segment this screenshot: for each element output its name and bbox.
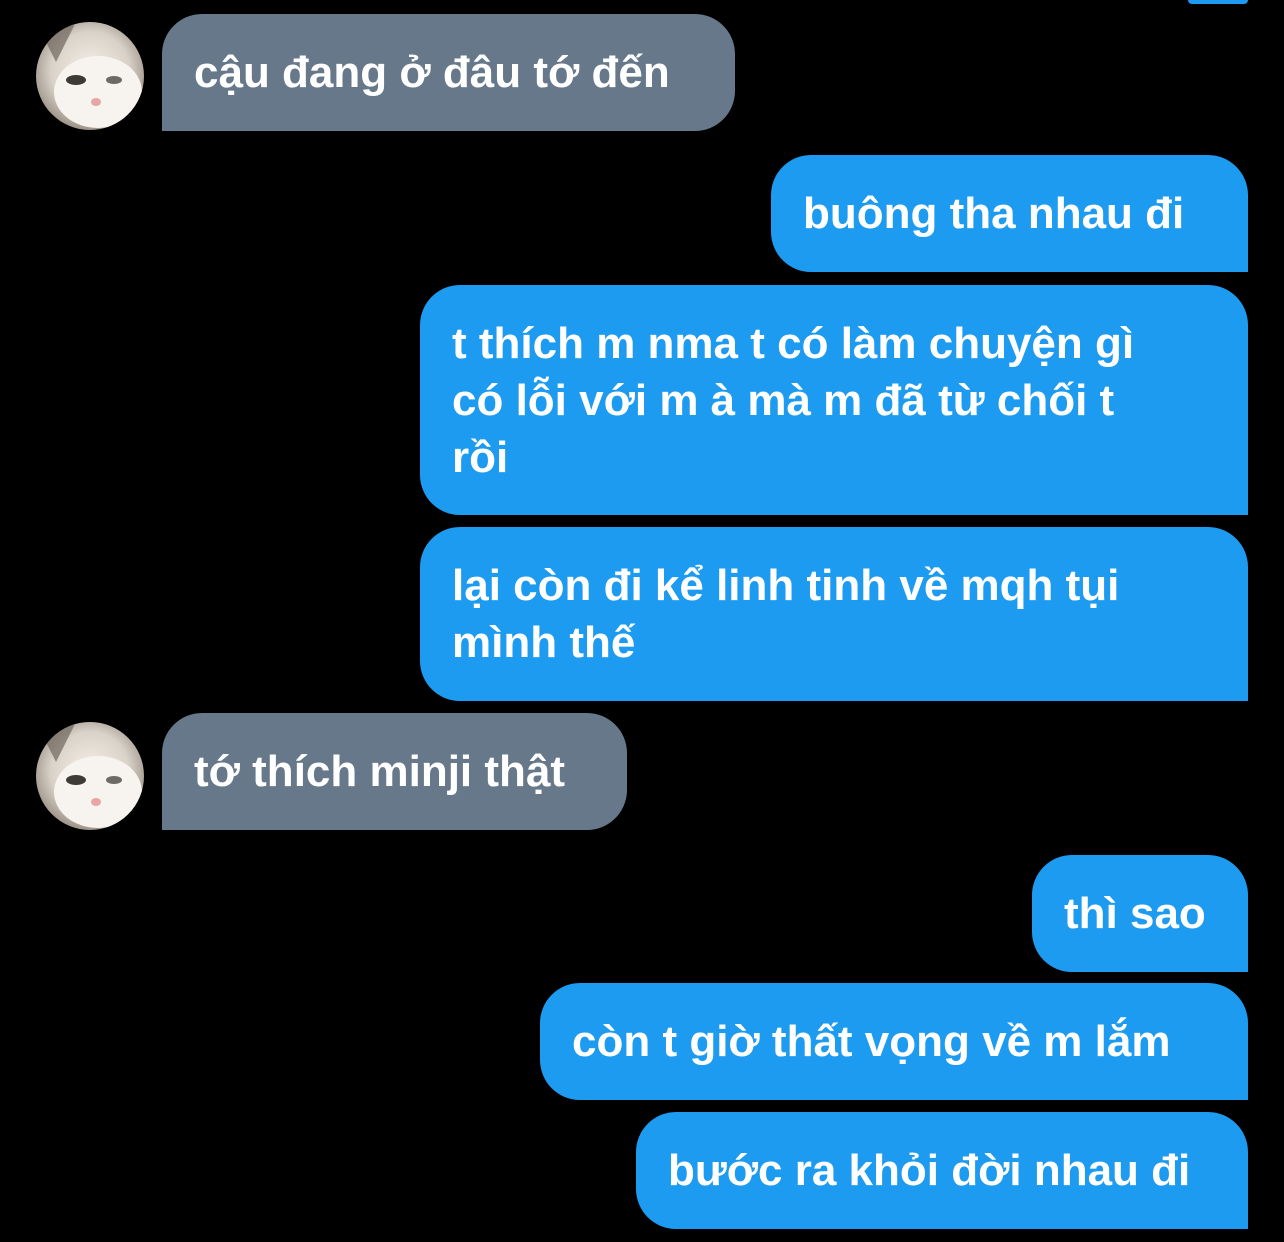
- outgoing-message[interactable]: còn t giờ thất vọng về m lắm: [540, 983, 1248, 1100]
- cat-avatar-icon[interactable]: [36, 22, 144, 130]
- outgoing-message[interactable]: buông tha nhau đi: [771, 155, 1248, 272]
- previous-message-edge: [1188, 0, 1248, 4]
- outgoing-message[interactable]: t thích m nma t có làm chuyện gì có lỗi …: [420, 285, 1248, 515]
- incoming-message[interactable]: tớ thích minji thật: [162, 713, 627, 830]
- outgoing-message[interactable]: lại còn đi kể linh tinh về mqh tụi mình …: [420, 527, 1248, 701]
- outgoing-message[interactable]: thì sao: [1032, 855, 1248, 972]
- incoming-message[interactable]: cậu đang ở đâu tớ đến: [162, 14, 735, 131]
- chat-thread: cậu đang ở đâu tớ đến buông tha nhau đi …: [0, 0, 1284, 1242]
- outgoing-message[interactable]: bước ra khỏi đời nhau đi: [636, 1112, 1248, 1229]
- cat-avatar-icon[interactable]: [36, 722, 144, 830]
